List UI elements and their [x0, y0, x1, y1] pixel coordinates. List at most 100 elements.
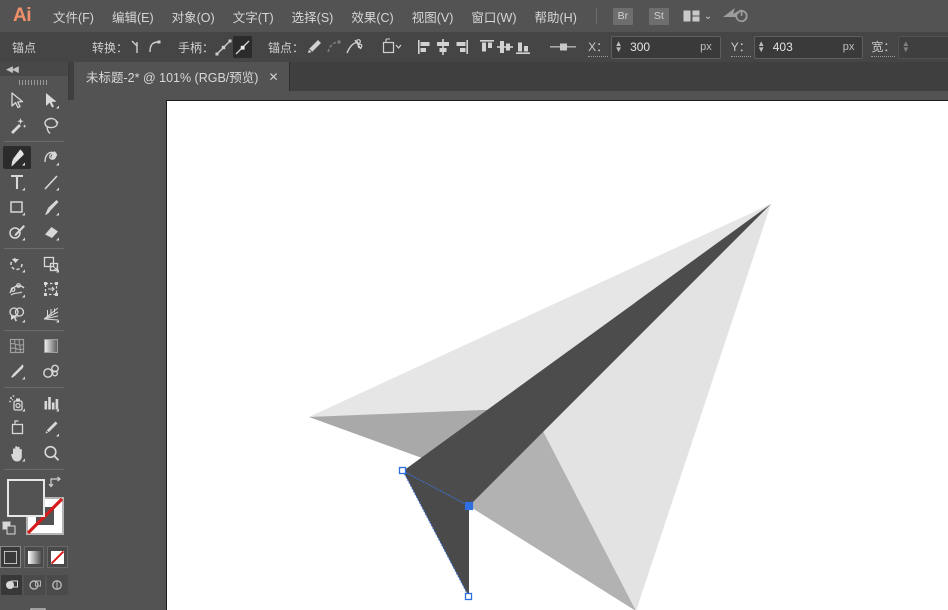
chevron-down-icon: ⌄	[704, 11, 712, 22]
show-handles-icon	[214, 38, 233, 57]
tool-curvature[interactable]	[34, 145, 68, 170]
tool-mesh[interactable]	[0, 334, 34, 359]
tool-lasso[interactable]	[34, 113, 68, 138]
tool-paintbrush[interactable]	[34, 195, 68, 220]
creative-cloud-button[interactable]	[722, 5, 748, 28]
corner-anchor-icon	[128, 38, 146, 56]
tool-shape-builder[interactable]	[0, 302, 34, 327]
tool-column-graph[interactable]	[34, 391, 68, 416]
show-handles-button[interactable]	[214, 36, 233, 58]
selection-arrow-icon	[9, 91, 26, 110]
illustrator-window: Ai 文件(F) 编辑(E) 对象(O) 文字(T) 选择(S) 效果(C) 视…	[0, 0, 948, 610]
menu-help[interactable]: 帮助(H)	[526, 0, 586, 32]
convert-to-corner-button[interactable]	[128, 36, 146, 58]
y-field[interactable]: ▲▼ 403 px	[754, 36, 864, 59]
tools-panel-grip[interactable]	[0, 76, 68, 88]
tool-zoom[interactable]	[34, 441, 68, 466]
isolate-selected-object-button[interactable]	[304, 36, 324, 58]
menu-window[interactable]: 窗口(W)	[462, 0, 525, 32]
isolate-object-icon	[304, 37, 324, 57]
transform-panel-button[interactable]	[380, 36, 404, 58]
eraser-icon	[42, 223, 61, 243]
fill-swatch[interactable]	[7, 479, 45, 517]
bridge-button[interactable]: Br	[613, 8, 633, 25]
menu-view[interactable]: 视图(V)	[403, 0, 463, 32]
menu-select[interactable]: 选择(S)	[283, 0, 343, 32]
align-bottom-button[interactable]	[514, 36, 532, 58]
tool-scale[interactable]	[34, 252, 68, 277]
tools-divider	[4, 330, 64, 331]
default-fill-stroke-button[interactable]	[2, 521, 17, 541]
collapse-panel-icon[interactable]: ◀◀	[6, 64, 18, 75]
width-field[interactable]: ▲▼	[898, 36, 948, 59]
tool-pen[interactable]	[0, 145, 34, 170]
tool-line-segment[interactable]	[34, 170, 68, 195]
color-mode-row	[0, 545, 68, 569]
paper-plane-artwork[interactable]	[167, 101, 948, 610]
tools-panel-header[interactable]: ◀◀	[0, 62, 68, 76]
color-mode-none-button[interactable]	[47, 546, 68, 568]
reference-point-widget[interactable]	[550, 41, 578, 53]
tool-type[interactable]	[0, 170, 34, 195]
draw-inside-button[interactable]	[47, 575, 68, 595]
anchor-point-2[interactable]	[466, 503, 473, 510]
tool-gradient[interactable]	[34, 334, 68, 359]
paintbrush-icon	[42, 198, 61, 218]
menu-edit[interactable]: 编辑(E)	[103, 0, 163, 32]
tool-free-transform[interactable]	[34, 277, 68, 302]
close-icon[interactable]: ✕	[268, 70, 278, 84]
draw-behind-button[interactable]	[24, 575, 45, 595]
cut-path-at-anchor-button[interactable]	[324, 36, 344, 58]
canvas-area[interactable]	[68, 100, 948, 610]
tool-symbol-sprayer[interactable]	[0, 391, 34, 416]
align-vertical-center-button[interactable]	[496, 36, 514, 58]
align-left-button[interactable]	[416, 36, 434, 58]
anchor-point-3[interactable]	[466, 594, 472, 600]
tool-shaper[interactable]	[0, 220, 34, 245]
anchor-point-1[interactable]	[400, 468, 406, 474]
y-stepper[interactable]: ▲▼	[755, 41, 768, 53]
artboard[interactable]	[166, 100, 948, 610]
align-top-button[interactable]	[478, 36, 496, 58]
draw-normal-button[interactable]	[1, 575, 22, 595]
document-tab[interactable]: 未标题-2* @ 101% (RGB/预览) ✕	[74, 62, 290, 91]
tool-artboard[interactable]	[0, 416, 34, 441]
tool-selection[interactable]	[0, 88, 34, 113]
tool-eyedropper[interactable]	[0, 359, 34, 384]
tool-eraser[interactable]	[34, 220, 68, 245]
x-value[interactable]: 300	[625, 40, 700, 54]
connect-selected-endpoints-button[interactable]	[344, 36, 364, 58]
stock-button[interactable]: St	[649, 8, 669, 25]
tool-blend[interactable]	[34, 359, 68, 384]
convert-to-smooth-button[interactable]	[146, 36, 164, 58]
tool-rectangle[interactable]	[0, 195, 34, 220]
reference-point-icon	[550, 41, 578, 53]
tool-slice[interactable]	[34, 416, 68, 441]
menu-effect[interactable]: 效果(C)	[342, 0, 402, 32]
align-h-center-icon	[434, 38, 452, 56]
tools-divider	[4, 387, 64, 388]
tool-hand[interactable]	[0, 441, 34, 466]
x-stepper[interactable]: ▲▼	[612, 41, 625, 53]
color-mode-gradient-button[interactable]	[24, 546, 45, 568]
menu-type[interactable]: 文字(T)	[224, 0, 283, 32]
color-mode-solid-button[interactable]	[0, 546, 21, 568]
swap-fill-stroke-button[interactable]	[48, 475, 62, 493]
x-field[interactable]: ▲▼ 300 px	[611, 36, 721, 59]
shaper-pencil-icon	[8, 223, 27, 243]
tool-direct-selection[interactable]	[34, 88, 68, 113]
arrange-documents-button[interactable]: ⌄	[683, 10, 712, 23]
tool-rotate[interactable]	[0, 252, 34, 277]
hide-handles-button[interactable]	[233, 36, 252, 58]
change-screen-mode-button[interactable]	[20, 607, 48, 610]
tool-width[interactable]	[0, 277, 34, 302]
align-right-button[interactable]	[452, 36, 470, 58]
y-value[interactable]: 403	[768, 40, 843, 54]
menu-file[interactable]: 文件(F)	[44, 0, 103, 32]
tool-perspective-grid[interactable]	[34, 302, 68, 327]
menu-object[interactable]: 对象(O)	[163, 0, 224, 32]
width-stepper[interactable]: ▲▼	[899, 41, 912, 53]
tool-magic-wand[interactable]	[0, 113, 34, 138]
align-horizontal-center-button[interactable]	[434, 36, 452, 58]
document-tab-bar: 未标题-2* @ 101% (RGB/预览) ✕	[0, 62, 948, 100]
